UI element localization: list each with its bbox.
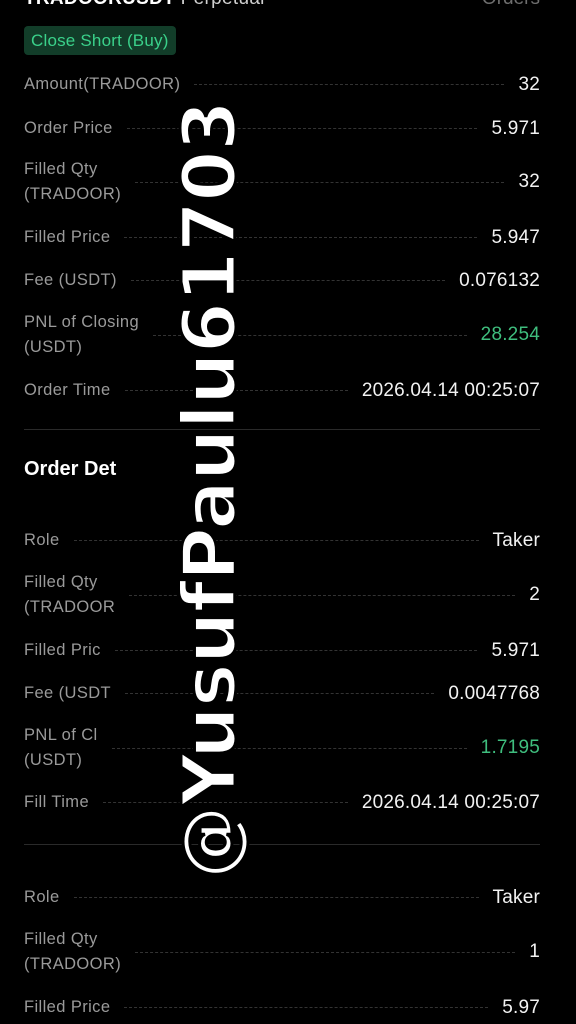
fill-row-filled-price: Filled Pric 5.971 [24, 638, 540, 663]
row-label: Filled Qty (TRADOOR) [24, 160, 122, 203]
row-value: 5.97 [502, 996, 540, 1018]
row-value: Taker [492, 529, 540, 551]
fill-row-fill-time: Fill Time 2026.04.14 00:25:07 [24, 790, 540, 815]
row-label: Role [24, 888, 60, 906]
detail-row-fee: Fee (USDT) 0.076132 [24, 268, 540, 293]
row-value: 0.0047768 [448, 682, 540, 704]
detail-row-order-time: Order Time 2026.04.14 00:25:07 [24, 378, 540, 403]
row-value: 1 [529, 941, 540, 962]
symbol-label: TRADOORUSDT [24, 0, 175, 9]
row-label: Filled Qty (TRADOOR [24, 573, 116, 616]
fill-row-filled-qty: Filled Qty (TRADOOR 2 [24, 570, 540, 620]
row-value: 5.947 [491, 226, 540, 248]
section-divider [24, 429, 540, 430]
row-label: Filled Price [24, 228, 111, 246]
detail-row-pnl: PNL of Closing (USDT) 28.254 [24, 310, 540, 360]
row-value: 32 [518, 73, 540, 95]
row-label: Order Time [24, 381, 111, 399]
detail-row-order-price: Order Price 5.971 [24, 116, 540, 141]
header-title: TRADOORUSDT Perpetual [24, 0, 265, 10]
leader-dots [135, 951, 516, 953]
row-label: Filled Pric [24, 641, 101, 659]
fill-row-filled-price: Filled Price 5.97 [24, 995, 540, 1020]
row-label: Role [24, 531, 60, 549]
detail-row-filled-price: Filled Price 5.947 [24, 225, 540, 250]
leader-dots [194, 84, 505, 85]
row-label: Fee (USDT) [24, 271, 117, 289]
watermark-text: @YusufPaulu61703 [166, 99, 255, 880]
leader-dots [124, 1007, 489, 1008]
row-label: Fill Time [24, 793, 90, 811]
row-value: Taker [492, 886, 540, 908]
fill-row-role: Role Taker [24, 885, 540, 910]
row-label: Filled Price [24, 998, 111, 1016]
side-badge: Close Short (Buy) [24, 26, 176, 55]
section-title: Order Det [24, 458, 117, 480]
leader-dots [111, 747, 467, 749]
row-label: PNL of Closing (USDT) [24, 313, 140, 356]
row-label: Amount(TRADOOR) [24, 75, 181, 93]
detail-row-filled-qty: Filled Qty (TRADOOR) 32 [24, 157, 540, 207]
row-value: 2026.04.14 00:25:07 [361, 379, 540, 401]
row-label: Filled Qty (TRADOOR) [24, 930, 122, 973]
fill-row-fee: Fee (USDT 0.0047768 [24, 681, 540, 706]
row-value: 5.971 [491, 639, 540, 661]
leader-dots [73, 897, 479, 898]
fill-row-filled-qty: Filled Qty (TRADOOR) 1 [24, 927, 540, 977]
row-value: 1.7195 [480, 737, 540, 758]
row-value: 2 [529, 584, 540, 605]
row-value: 5.971 [491, 117, 540, 139]
fill-divider [24, 844, 540, 845]
row-value: 0.076132 [459, 269, 540, 291]
detail-row-amount: Amount(TRADOOR) 32 [24, 72, 540, 97]
orders-link[interactable]: Orders [482, 0, 540, 10]
row-value: 2026.04.14 00:25:07 [361, 791, 540, 813]
contract-type-label: Perpetual [181, 0, 265, 9]
fill-row-role: Role Taker [24, 528, 540, 553]
row-label: PNL of Cl (USDT) [24, 726, 98, 769]
fill-row-pnl: PNL of Cl (USDT) 1.7195 [24, 723, 540, 773]
leader-dots [73, 540, 479, 541]
row-value: 32 [518, 171, 540, 192]
row-label: Fee (USDT [24, 684, 112, 702]
row-value: 28.254 [480, 324, 540, 345]
row-label: Order Price [24, 119, 113, 137]
